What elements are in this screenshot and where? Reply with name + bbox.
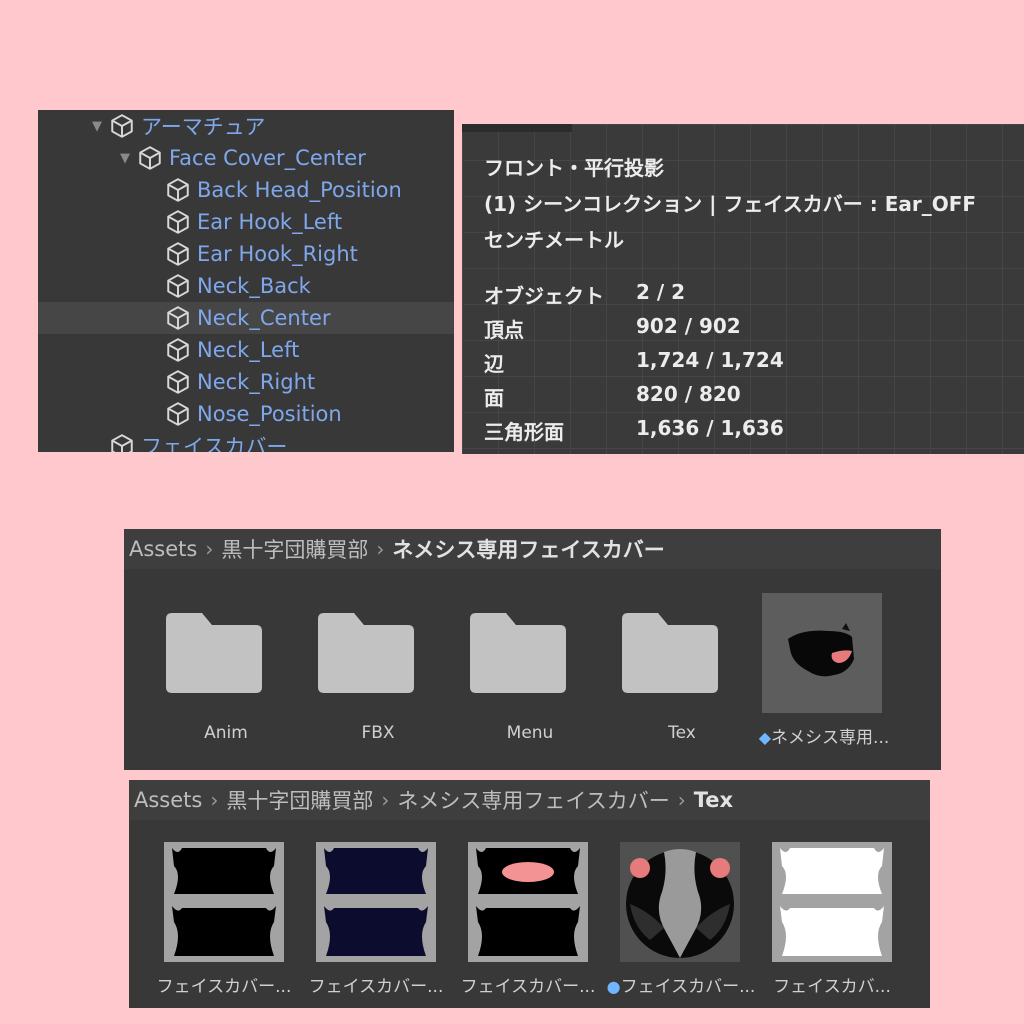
stat-value-faces: 820 / 820	[636, 382, 741, 406]
stat-label-edges: 辺	[484, 352, 504, 376]
breadcrumb: Assets › 黒十字団購買部 › ネメシス専用フェイスカバー › Tex	[129, 780, 930, 820]
material-icon: ●	[606, 977, 621, 996]
tree-item-label: Ear Hook_Left	[197, 210, 343, 234]
gameobject-cube-icon	[108, 112, 136, 140]
stat-value-edges: 1,724 / 1,724	[636, 348, 784, 372]
tree-item-ear-hook-right[interactable]: Ear Hook_Right	[38, 238, 454, 270]
asset-label: Menu	[506, 723, 554, 743]
chevron-right-icon: ›	[205, 537, 214, 561]
stat-label-triangles: 三角形面	[484, 420, 564, 444]
tree-item-neck-right[interactable]: Neck_Right	[38, 366, 454, 398]
breadcrumb-shop[interactable]: 黒十字団購買部	[226, 785, 373, 815]
tree-item-face-cover[interactable]: フェイスカバー	[38, 430, 454, 452]
breadcrumb-assets[interactable]: Assets	[129, 537, 197, 561]
asset-label: フェイスカバー...	[308, 977, 444, 997]
view-mode-text: フロント・平行投影	[484, 156, 664, 180]
texture-thumbnail	[316, 842, 436, 962]
gameobject-cube-icon	[164, 336, 192, 364]
material-thumbnail	[620, 842, 740, 962]
viewport-header-strip	[462, 124, 572, 132]
tree-item-label: Back Head_Position	[197, 178, 402, 202]
asset-label: フェイスカバ...	[773, 977, 891, 997]
breadcrumb-face-cover[interactable]: ネメシス専用フェイスカバー	[397, 785, 669, 815]
texture-thumbnail	[164, 842, 284, 962]
prefab-icon: ◆	[758, 728, 772, 747]
tree-item-label: Nose_Position	[197, 402, 342, 426]
expand-arrow-icon[interactable]: ▼	[86, 119, 108, 134]
tree-item-neck-left[interactable]: Neck_Left	[38, 334, 454, 366]
chevron-right-icon: ›	[381, 788, 390, 812]
asset-label-with-prefab-icon: ◆ネメシス専用...	[758, 728, 890, 748]
breadcrumb: Assets › 黒十字団購買部 › ネメシス専用フェイスカバー	[124, 529, 941, 569]
asset-label-with-material-icon: ●フェイスカバー...	[606, 977, 756, 997]
gameobject-cube-icon	[164, 176, 192, 204]
stat-value-triangles: 1,636 / 1,636	[636, 416, 784, 440]
expand-arrow-icon[interactable]: ▼	[114, 151, 136, 166]
prefab-thumbnail	[762, 593, 882, 713]
stat-label-vertices: 頂点	[484, 318, 524, 342]
stat-label-faces: 面	[484, 386, 504, 410]
tree-item-label: Ear Hook_Right	[197, 242, 358, 266]
folder-icon	[166, 613, 262, 693]
tree-item-label: Neck_Right	[197, 370, 316, 394]
tree-item-nose-position[interactable]: Nose_Position	[38, 398, 454, 430]
tree-item-ear-hook-left[interactable]: Ear Hook_Left	[38, 206, 454, 238]
folder-icon	[470, 613, 566, 693]
tree-item-neck-back[interactable]: Neck_Back	[38, 270, 454, 302]
chevron-right-icon: ›	[677, 788, 686, 812]
breadcrumb-assets[interactable]: Assets	[134, 788, 202, 812]
tree-item-label: フェイスカバー	[141, 435, 288, 452]
texture-thumbnail	[468, 842, 588, 962]
asset-label: FBX	[361, 723, 395, 743]
stat-label-objects: オブジェクト	[484, 284, 604, 308]
asset-label: Tex	[668, 723, 696, 743]
breadcrumb-current[interactable]: ネメシス専用フェイスカバー	[392, 534, 664, 564]
tree-item-label: アーマチュア	[141, 115, 266, 139]
tree-item-label: Neck_Left	[197, 338, 300, 362]
gameobject-cube-icon	[108, 432, 136, 452]
tree-item-label: Neck_Center	[197, 306, 331, 330]
tree-item-neck-center[interactable]: Neck_Center	[38, 302, 454, 334]
asset-label: フェイスカバー...	[156, 977, 292, 997]
gameobject-cube-icon	[164, 368, 192, 396]
chevron-right-icon: ›	[376, 537, 385, 561]
tree-item-label: Neck_Back	[197, 274, 311, 298]
gameobject-cube-icon	[164, 272, 192, 300]
collection-text: (1) シーンコレクション | フェイスカバー : Ear_OFF	[484, 192, 977, 216]
stat-value-vertices: 902 / 902	[636, 314, 741, 338]
gameobject-cube-icon	[164, 304, 192, 332]
folder-icon	[622, 613, 718, 693]
units-text: センチメートル	[484, 228, 624, 252]
breadcrumb-shop[interactable]: 黒十字団購買部	[221, 534, 368, 564]
gameobject-cube-icon	[164, 400, 192, 428]
gameobject-cube-icon	[164, 208, 192, 236]
tree-item-label: Face Cover_Center	[169, 146, 366, 170]
project-browser-bottom: Assets › 黒十字団購買部 › ネメシス専用フェイスカバー › Tex フ…	[129, 780, 930, 1008]
folder-icon	[318, 613, 414, 693]
asset-label: フェイスカバー...	[460, 977, 596, 997]
tree-item-face-cover-center[interactable]: ▼ Face Cover_Center	[38, 142, 454, 174]
face-cover-model-thumbnail	[788, 623, 854, 677]
gameobject-cube-icon	[164, 240, 192, 268]
breadcrumb-current[interactable]: Tex	[694, 788, 733, 812]
project-browser-top: Assets › 黒十字団購買部 › ネメシス専用フェイスカバー Anim FB…	[124, 529, 941, 770]
texture-thumbnail	[772, 842, 892, 962]
tree-item-back-head-position[interactable]: Back Head_Position	[38, 174, 454, 206]
asset-label: Anim	[204, 723, 248, 743]
tree-item-armature[interactable]: ▼ アーマチュア	[38, 110, 454, 142]
viewport-stats-panel: フロント・平行投影 (1) シーンコレクション | フェイスカバー : Ear_…	[462, 124, 1024, 454]
stat-value-objects: 2 / 2	[636, 280, 686, 304]
chevron-right-icon: ›	[210, 788, 219, 812]
gameobject-cube-icon	[136, 144, 164, 172]
hierarchy-panel: ▼ アーマチュア ▼ Face Cover_Center Back Head_P…	[38, 110, 454, 452]
